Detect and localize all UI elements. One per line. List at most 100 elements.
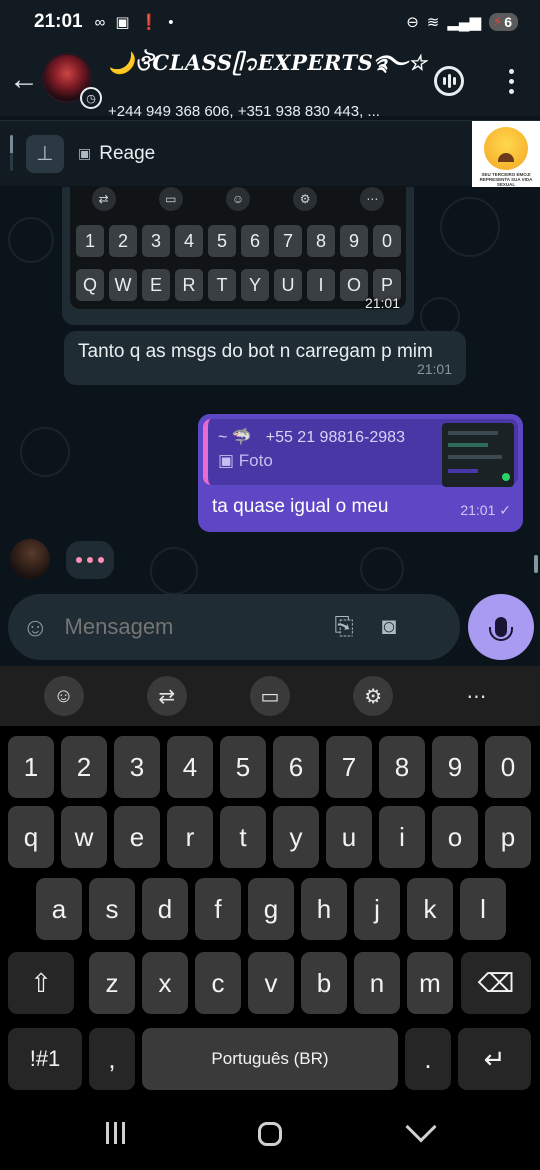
photo-icon: ▣ bbox=[218, 451, 239, 470]
status-time: 21:01 bbox=[34, 11, 83, 32]
key[interactable]: 0 bbox=[485, 736, 531, 798]
voicemail-icon: ∞ bbox=[94, 13, 106, 31]
keyboard-toolbar: ☺ ⇄ ▭ ⚙ ⋯ bbox=[0, 666, 540, 726]
key[interactable]: h bbox=[301, 878, 347, 940]
message-input[interactable] bbox=[64, 614, 335, 640]
key[interactable]: m bbox=[407, 952, 453, 1014]
key[interactable]: n bbox=[354, 952, 400, 1014]
key[interactable]: z bbox=[89, 952, 135, 1014]
key[interactable]: s bbox=[89, 878, 135, 940]
voice-chat-button[interactable] bbox=[432, 64, 466, 98]
pinned-message-bar[interactable]: ⊥ ▣ Reage SEU TERCEIRO EMOJI REPRESENTA … bbox=[0, 120, 540, 187]
key[interactable]: t bbox=[220, 806, 266, 868]
key[interactable]: 3 bbox=[114, 736, 160, 798]
key[interactable]: u bbox=[326, 806, 372, 868]
mic-button[interactable] bbox=[468, 594, 534, 660]
key[interactable]: x bbox=[142, 952, 188, 1014]
key[interactable]: 9 bbox=[432, 736, 478, 798]
keyboard-screenshot-image: ⇄ ▭ ☺ ⚙ ⋯ 1 2 3 4 5 6 7 8 9 0 Q W E R T … bbox=[70, 187, 406, 309]
key[interactable]: 5 bbox=[220, 736, 266, 798]
overflow-menu-button[interactable] bbox=[494, 64, 528, 98]
key[interactable]: w bbox=[61, 806, 107, 868]
key[interactable]: y bbox=[273, 806, 319, 868]
enter-key[interactable]: ↵ bbox=[458, 1028, 531, 1090]
key[interactable]: p bbox=[485, 806, 531, 868]
key[interactable]: r bbox=[167, 806, 213, 868]
pinned-thumbnail-caption: SEU TERCEIRO EMOJI REPRESENTA SUA VIDA S… bbox=[479, 172, 533, 187]
key[interactable]: a bbox=[36, 878, 82, 940]
space-key[interactable]: Português (BR) bbox=[142, 1028, 398, 1090]
mini-key: 9 bbox=[340, 225, 368, 257]
key[interactable]: 6 bbox=[273, 736, 319, 798]
key[interactable]: c bbox=[195, 952, 241, 1014]
period-key[interactable]: . bbox=[405, 1028, 451, 1090]
message-text: Tanto q as msgs do bot n carregam p mim bbox=[78, 341, 433, 362]
mini-key: I bbox=[307, 269, 335, 301]
emoji-icon: ☺ bbox=[225, 187, 250, 211]
symbols-key[interactable]: !#1 bbox=[8, 1028, 82, 1090]
key[interactable]: j bbox=[354, 878, 400, 940]
key[interactable]: d bbox=[142, 878, 188, 940]
more-icon[interactable]: ⋯ bbox=[456, 676, 496, 716]
home-icon[interactable] bbox=[258, 1122, 282, 1146]
battery-level: 6 bbox=[504, 14, 512, 30]
key[interactable]: i bbox=[379, 806, 425, 868]
wifi-icon: ≋ bbox=[426, 13, 440, 31]
key[interactable]: 7 bbox=[326, 736, 372, 798]
settings-icon: ⚙ bbox=[293, 187, 318, 211]
pinned-text: Reage bbox=[99, 142, 156, 164]
comma-key[interactable]: , bbox=[89, 1028, 135, 1090]
crying-emoji-icon bbox=[484, 127, 528, 170]
emoji-icon[interactable]: ☺ bbox=[43, 676, 84, 716]
key[interactable]: q bbox=[8, 806, 54, 868]
screenshot-number-row: 1 2 3 4 5 6 7 8 9 0 bbox=[76, 225, 401, 257]
key[interactable]: 4 bbox=[167, 736, 213, 798]
settings-icon[interactable]: ⚙ bbox=[353, 676, 394, 716]
key[interactable]: f bbox=[195, 878, 241, 940]
scrollbar[interactable] bbox=[534, 555, 538, 573]
sticker-icon[interactable]: ☺ bbox=[22, 612, 49, 643]
mini-key: T bbox=[208, 269, 236, 301]
key[interactable]: v bbox=[248, 952, 294, 1014]
pinned-thumbnail[interactable]: SEU TERCEIRO EMOJI REPRESENTA SUA VIDA S… bbox=[472, 121, 540, 187]
shift-key[interactable]: ⇧ bbox=[8, 952, 74, 1014]
key[interactable]: e bbox=[114, 806, 160, 868]
quoted-message[interactable]: ~ 🦈 +55 21 98816-2983 ▣ Foto bbox=[203, 419, 518, 487]
mini-key: 2 bbox=[109, 225, 137, 257]
translate-icon[interactable]: ⇄ bbox=[146, 676, 187, 716]
incoming-message[interactable]: Tanto q as msgs do bot n carregam p mim … bbox=[64, 331, 466, 385]
key[interactable]: l bbox=[460, 878, 506, 940]
screenshot-toolbar: ⇄ ▭ ☺ ⚙ ⋯ bbox=[70, 187, 406, 211]
quoted-author-name: ~ 🦈 bbox=[218, 429, 252, 446]
key[interactable]: b bbox=[301, 952, 347, 1014]
wallpaper-doodle bbox=[150, 547, 198, 595]
typing-user-avatar[interactable] bbox=[10, 539, 50, 579]
key[interactable]: 2 bbox=[61, 736, 107, 798]
back-chevron-icon[interactable] bbox=[405, 1111, 437, 1143]
key[interactable]: g bbox=[248, 878, 294, 940]
clipboard-icon[interactable]: ▭ bbox=[249, 676, 290, 716]
camera-icon[interactable]: ◙ bbox=[382, 613, 397, 641]
key[interactable]: k bbox=[407, 878, 453, 940]
backspace-key[interactable]: ⌫ bbox=[461, 952, 531, 1014]
image-message[interactable]: ⇄ ▭ ☺ ⚙ ⋯ 1 2 3 4 5 6 7 8 9 0 Q W E R T … bbox=[62, 187, 414, 325]
dnd-icon: ⊖ bbox=[406, 13, 419, 31]
group-members: +244 949 368 606, +351 938 830 443, ... bbox=[108, 103, 380, 120]
wallpaper-doodle bbox=[8, 217, 54, 263]
mini-key: O bbox=[340, 269, 368, 301]
group-info[interactable]: 🌙ঔCLASSᥫ᭡EXPERTS࿐☆🐙 +244 949 368 606, +3… bbox=[108, 40, 428, 120]
chat-header: ← ◷ 🌙ঔCLASSᥫ᭡EXPERTS࿐☆🐙 +244 949 368 606… bbox=[0, 44, 540, 120]
group-avatar[interactable]: ◷ bbox=[42, 53, 102, 109]
back-arrow-icon[interactable]: ← bbox=[2, 63, 46, 97]
recent-apps-icon[interactable] bbox=[106, 1122, 125, 1144]
mini-key: Q bbox=[76, 269, 104, 301]
key[interactable]: o bbox=[432, 806, 478, 868]
timer-icon: ◷ bbox=[80, 87, 102, 109]
outgoing-message[interactable]: ~ 🦈 +55 21 98816-2983 ▣ Foto ta quase igu… bbox=[198, 414, 523, 532]
attach-icon[interactable]: ⎘ bbox=[335, 613, 354, 641]
key[interactable]: 8 bbox=[379, 736, 425, 798]
pin-icon[interactable]: ⊥ bbox=[26, 134, 64, 173]
mini-key: 4 bbox=[175, 225, 203, 257]
message-time: 21:01 bbox=[364, 295, 400, 311]
key[interactable]: 1 bbox=[8, 736, 54, 798]
